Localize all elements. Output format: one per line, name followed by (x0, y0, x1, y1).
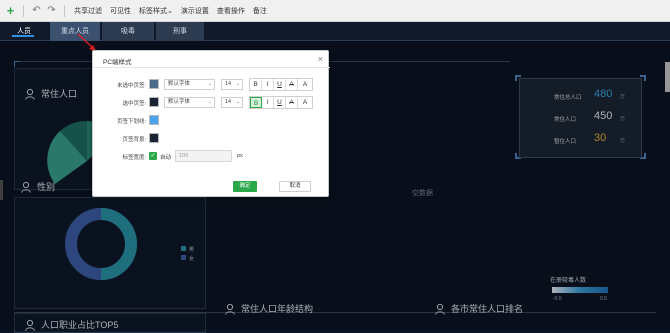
undo-icon[interactable]: ↶ (30, 4, 43, 18)
auto-width-label: 自动 (160, 155, 172, 161)
width-label: 标签宽度: (122, 155, 146, 161)
underline-label: 页签下划线: (116, 119, 146, 125)
selected-color-swatch[interactable] (149, 97, 159, 107)
chevron-down-icon: ⌄ (207, 81, 212, 87)
unselected-font-select[interactable]: 默认字体 ⌄ (164, 79, 215, 90)
unselected-format-group: B I U A A (249, 78, 313, 91)
underline-button[interactable]: U (274, 97, 286, 108)
selected-tab-label: 选中页签: (122, 101, 146, 107)
width-unit: px (237, 153, 243, 159)
unselected-font-value: 默认字体 (168, 81, 191, 87)
unselected-tab-label: 未选中页签: (116, 83, 146, 89)
background-color-swatch[interactable] (149, 133, 159, 143)
menu-tab-style[interactable]: 标签样式⌄ (136, 6, 176, 16)
chevron-down-icon: ⌄ (235, 81, 240, 87)
selected-format-group: B I U A A (249, 96, 313, 109)
unselected-color-swatch[interactable] (149, 79, 159, 89)
font-color-button[interactable]: A (298, 97, 312, 108)
cancel-button[interactable]: 取消 (279, 181, 311, 192)
font-color-button[interactable]: A (298, 79, 312, 90)
toolbar-divider (64, 4, 65, 17)
underline-button[interactable]: U (274, 79, 286, 90)
redo-icon[interactable]: ↷ (45, 4, 58, 18)
tab-bar: 人员 重点人员 吸毒 刑事 (0, 22, 670, 41)
selected-size-value: 14 (225, 99, 232, 105)
dialog-header: PC端样式 × (93, 51, 330, 68)
italic-button[interactable]: I (262, 97, 274, 108)
chevron-down-icon: ⌄ (167, 7, 173, 15)
italic-button[interactable]: I (262, 79, 274, 90)
tab-underline (12, 35, 34, 37)
unselected-size-value: 14 (225, 81, 232, 87)
toolbar: + ↶ ↷ 共享过滤 可见性 标签样式⌄ 演示设置 查看操作 备注 (0, 0, 670, 22)
width-input[interactable]: 100 (175, 150, 232, 162)
bold-button[interactable]: B (250, 97, 262, 108)
unselected-size-select[interactable]: 14 ⌄ (221, 79, 243, 90)
add-icon[interactable]: + (4, 3, 17, 18)
unselected-tab-row: 未选中页签: 默认字体 ⌄ 14 ⌄ B I U A A (93, 78, 330, 91)
chevron-down-icon: ⌄ (235, 99, 240, 105)
selected-size-select[interactable]: 14 ⌄ (221, 97, 243, 108)
background-label: 页签背景: (122, 137, 146, 143)
close-icon[interactable]: × (318, 54, 323, 64)
underline-color-swatch[interactable] (149, 115, 159, 125)
selected-font-value: 默认字体 (168, 99, 191, 105)
menu-visibility[interactable]: 可见性 (107, 6, 134, 16)
menu-tab-style-label: 标签样式 (139, 7, 167, 15)
background-row: 页签背景: (93, 132, 330, 145)
selected-tab-row: 选中页签: 默认字体 ⌄ 14 ⌄ B I U A A (93, 96, 330, 109)
pc-style-dialog: PC端样式 × 未选中页签: 默认字体 ⌄ 14 ⌄ B I U A A 选中页签:… (92, 50, 330, 197)
strikethrough-button[interactable]: A (286, 97, 298, 108)
selected-font-select[interactable]: 默认字体 ⌄ (164, 97, 215, 108)
bold-button[interactable]: B (250, 79, 262, 90)
width-row: 标签宽度: ✓ 自动 100 px (93, 150, 330, 163)
toolbar-divider (23, 4, 24, 17)
auto-width-checkbox[interactable]: ✓ (149, 152, 157, 160)
tab-criminal[interactable]: 刑事 (156, 22, 204, 41)
chevron-down-icon: ⌄ (207, 99, 212, 105)
menu-view-ops[interactable]: 查看操作 (214, 6, 248, 16)
tab-drugs[interactable]: 吸毒 (102, 22, 154, 41)
menu-shared-filter[interactable]: 共享过滤 (71, 6, 105, 16)
dialog-title: PC端样式 (103, 59, 132, 66)
menu-presentation[interactable]: 演示设置 (178, 6, 212, 16)
menu-notes[interactable]: 备注 (250, 6, 270, 16)
underline-row: 页签下划线: (93, 114, 330, 127)
ok-button[interactable]: 确定 (233, 181, 257, 192)
tab-personnel[interactable]: 人员 (0, 22, 48, 41)
strikethrough-button[interactable]: A (286, 79, 298, 90)
